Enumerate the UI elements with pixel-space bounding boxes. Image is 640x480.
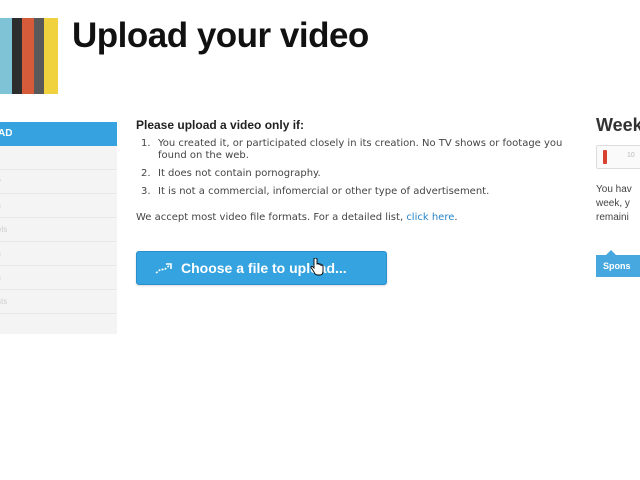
logo-stripe: [0, 18, 12, 94]
sidebar-item[interactable]: sts: [0, 290, 117, 314]
logo-stripe: [34, 18, 44, 94]
formats-note: We accept most video file formats. For a…: [136, 212, 458, 223]
rule-item: 3. It is not a commercial, infomercial or…: [141, 186, 490, 197]
sidebar-item[interactable]: s: [0, 194, 117, 218]
formats-link[interactable]: click here: [406, 212, 454, 223]
upload-arrow-icon: [155, 262, 175, 274]
meter-value: 10: [627, 152, 635, 159]
sidebar-item[interactable]: [0, 146, 117, 170]
sponsor-badge[interactable]: Spons: [596, 255, 640, 277]
rules-list: 1. You created it, or participated closel…: [136, 138, 566, 198]
logo-stripe: [12, 18, 22, 94]
site-logo[interactable]: [0, 18, 58, 94]
weekly-limit-title: Week: [596, 115, 640, 135]
upload-guidelines: Please upload a video only if: 1. You cre…: [136, 118, 566, 223]
weekly-limit-meter: 10: [596, 145, 640, 169]
sidebar-item[interactable]: s: [0, 266, 117, 290]
meter-fill: [603, 150, 607, 164]
choose-file-button[interactable]: Choose a file to upload...: [136, 251, 387, 285]
rule-item: 2. It does not contain pornography.: [141, 168, 321, 179]
logo-stripe: [44, 18, 58, 94]
page-title: Upload your video: [72, 16, 369, 55]
sidebar-item[interactable]: s: [0, 242, 117, 266]
sidebar-item[interactable]: els: [0, 218, 117, 242]
logo-stripe: [22, 18, 34, 94]
sidebar: AD y s els s s sts: [0, 122, 117, 334]
rule-item: 1. You created it, or participated closel…: [141, 138, 563, 161]
weekly-limit-text: You hav week, y remaini: [596, 184, 632, 223]
sidebar-item-upload[interactable]: AD: [0, 122, 117, 146]
hand-cursor-icon: [310, 257, 324, 276]
guidelines-heading: Please upload a video only if:: [136, 118, 305, 132]
sidebar-item[interactable]: y: [0, 170, 117, 194]
weekly-limit-panel: Week 10 You hav week, y remaini Spons: [596, 115, 640, 415]
